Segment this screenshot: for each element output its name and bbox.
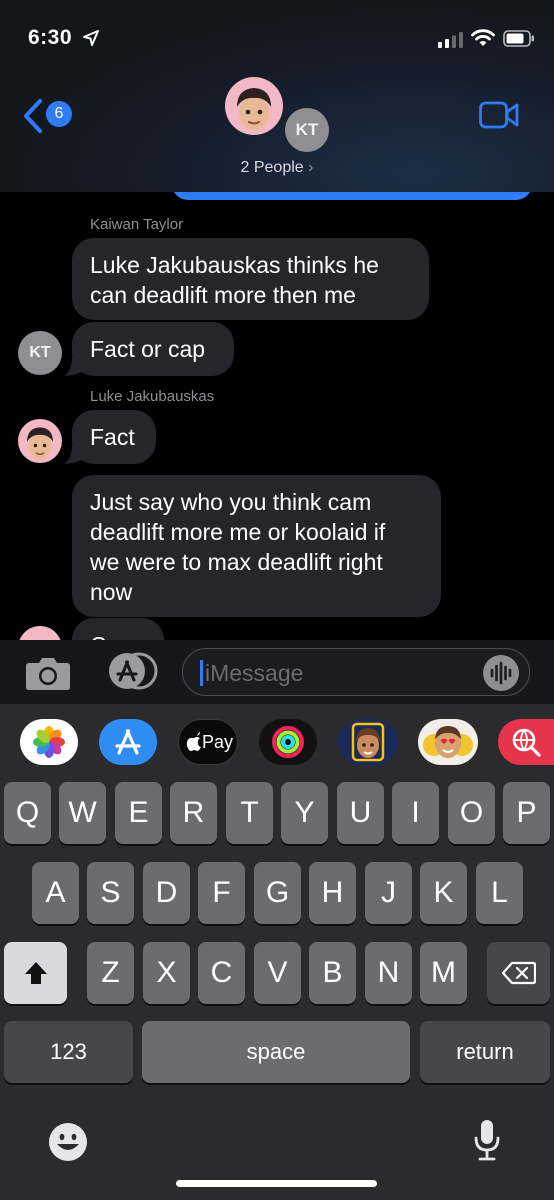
key-c[interactable]: C — [198, 942, 245, 1004]
message-line: Luke Jakubauskas thinks he — [90, 252, 379, 278]
camera-icon[interactable] — [25, 655, 71, 691]
message-line: now — [90, 579, 133, 605]
kt-avatar-header[interactable]: KT — [285, 108, 329, 152]
app-store-button[interactable] — [99, 719, 157, 765]
key-z[interactable]: Z — [87, 942, 134, 1004]
key-u[interactable]: U — [337, 782, 384, 844]
message-bubble[interactable]: Fact — [72, 410, 156, 464]
photos-icon — [33, 726, 65, 758]
apple-pay-label: Pay — [202, 732, 234, 752]
key-q[interactable]: Q — [4, 782, 51, 844]
luke-avatar[interactable] — [18, 419, 62, 463]
message-line: can deadlift more then me — [90, 282, 356, 308]
shift-arrow-icon — [24, 962, 47, 984]
emoji-keyboard-icon[interactable] — [48, 1122, 88, 1162]
conversation-header: 6:30 6 KT 2 People › — [0, 0, 554, 192]
backspace-icon — [501, 961, 536, 985]
group-members-link[interactable]: 2 People › — [0, 159, 554, 177]
key-l[interactable]: L — [476, 862, 523, 924]
sender-name: Kaiwan Taylor — [90, 216, 184, 233]
imessage-input[interactable]: iMessage — [182, 648, 530, 696]
key-n[interactable]: N — [365, 942, 412, 1004]
key-d[interactable]: D — [143, 862, 190, 924]
location-arrow-icon — [83, 30, 99, 46]
key-w[interactable]: W — [59, 782, 106, 844]
message-bubble[interactable]: Just say who you think cam deadlift more… — [72, 475, 441, 617]
activity-rings-icon — [272, 726, 304, 758]
app-store-icon — [115, 729, 141, 755]
key-v[interactable]: V — [254, 942, 301, 1004]
unread-count-badge: 6 — [46, 101, 72, 127]
bubble-tail — [64, 446, 82, 464]
app-store-apps-icon[interactable] — [101, 651, 159, 691]
group-avatar-memoji[interactable] — [225, 77, 283, 135]
message-text: Fact or cap — [90, 336, 206, 362]
key-t[interactable]: T — [226, 782, 273, 844]
search-images-button[interactable] — [498, 719, 554, 765]
chevron-right-icon: › — [308, 159, 314, 176]
memoji-stickers-button[interactable] — [418, 719, 478, 765]
key-x[interactable]: X — [143, 942, 190, 1004]
key-m[interactable]: M — [420, 942, 467, 1004]
apple-pay-button[interactable]: Pay — [178, 719, 238, 765]
status-bar: 6:30 — [0, 26, 554, 56]
imessage-placeholder: iMessage — [205, 660, 304, 686]
key-p[interactable]: P — [503, 782, 550, 844]
message-line: we were to max deadlift right — [90, 549, 383, 575]
bubble-tail — [64, 358, 82, 376]
delete-key[interactable] — [487, 942, 550, 1004]
memoji-stickers-icon — [423, 726, 473, 758]
apple-logo-icon — [186, 732, 201, 751]
people-count-label: 2 People — [240, 159, 304, 176]
message-bubble[interactable]: Fact or cap — [72, 322, 234, 376]
key-b[interactable]: B — [309, 942, 356, 1004]
kt-avatar[interactable]: KT — [18, 331, 62, 375]
key-a[interactable]: A — [32, 862, 79, 924]
wifi-icon — [471, 29, 495, 46]
key-f[interactable]: F — [198, 862, 245, 924]
space-key[interactable]: space — [142, 1021, 410, 1083]
status-time: 6:30 — [28, 26, 73, 49]
key-k[interactable]: K — [420, 862, 467, 924]
key-r[interactable]: R — [170, 782, 217, 844]
key-e[interactable]: E — [115, 782, 162, 844]
battery-icon — [503, 30, 534, 47]
return-key[interactable]: return — [420, 1021, 550, 1083]
message-bubble[interactable]: Luke Jakubauskas thinks he can deadlift … — [72, 238, 429, 320]
numbers-key[interactable]: 123 — [4, 1021, 133, 1083]
message-line: deadlift more me or koolaid if — [90, 519, 386, 545]
chevron-left-icon — [24, 99, 42, 133]
key-o[interactable]: O — [448, 782, 495, 844]
key-i[interactable]: I — [392, 782, 439, 844]
key-g[interactable]: G — [254, 862, 301, 924]
text-cursor — [200, 660, 203, 686]
waveform-icon — [490, 661, 512, 685]
message-line: Just say who you think cam — [90, 489, 372, 515]
memoji-icon — [351, 722, 385, 762]
cellular-signal-icon — [438, 32, 463, 48]
facetime-video-icon[interactable] — [479, 101, 519, 129]
memoji-face-icon — [27, 427, 53, 460]
photos-app-button[interactable] — [20, 719, 78, 765]
globe-search-icon — [512, 728, 541, 757]
back-button[interactable]: 6 — [22, 96, 82, 136]
shift-key[interactable] — [4, 942, 67, 1004]
key-j[interactable]: J — [365, 862, 412, 924]
audio-message-button[interactable] — [483, 655, 519, 691]
memoji-app-button[interactable] — [338, 719, 398, 765]
dictation-mic-icon[interactable] — [473, 1118, 501, 1162]
message-text: Fact — [90, 424, 135, 450]
key-h[interactable]: H — [309, 862, 356, 924]
activity-app-button[interactable] — [259, 719, 317, 765]
key-y[interactable]: Y — [281, 782, 328, 844]
home-indicator[interactable] — [176, 1180, 377, 1187]
sender-name: Luke Jakubauskas — [90, 388, 215, 405]
key-s[interactable]: S — [87, 862, 134, 924]
memoji-face-icon — [237, 88, 271, 130]
